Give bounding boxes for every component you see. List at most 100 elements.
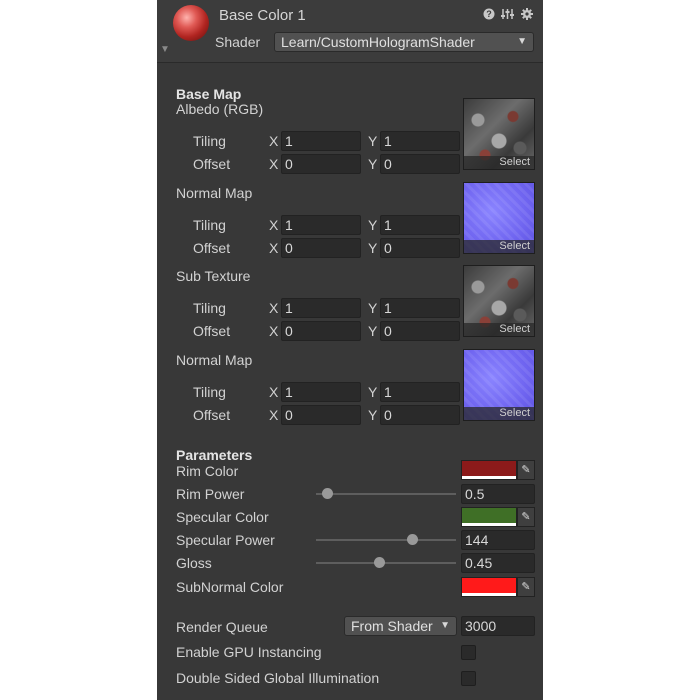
- albedo-label: Albedo (RGB): [176, 101, 264, 117]
- specular-color-label: Specular Color: [176, 509, 269, 525]
- tiling-label: Tiling: [193, 217, 226, 233]
- specular-power-slider-track[interactable]: [316, 539, 456, 541]
- normal-map-select-button[interactable]: Select: [464, 240, 534, 253]
- alpha-bar: [462, 593, 516, 596]
- normal-tiling-y-field[interactable]: 1: [380, 215, 460, 235]
- tiling-x-label: X: [269, 133, 279, 149]
- normal-map-label: Normal Map: [176, 185, 253, 201]
- offset-x-label: X: [269, 240, 279, 256]
- rim-color-swatch[interactable]: [461, 460, 517, 480]
- albedo-tiling-y-field[interactable]: 1: [380, 131, 460, 151]
- normal2-tiling-y-field[interactable]: 1: [380, 382, 460, 402]
- alpha-bar: [462, 476, 516, 479]
- albedo-tiling-x-field[interactable]: 1: [281, 131, 361, 151]
- sub-tiling-x-field[interactable]: 1: [281, 298, 361, 318]
- sub-texture-slot[interactable]: Select: [463, 265, 535, 337]
- eyedropper-icon[interactable]: ✎: [517, 577, 535, 597]
- tiling-x-label: X: [269, 300, 279, 316]
- albedo-texture-slot[interactable]: Select: [463, 98, 535, 170]
- preset-icon[interactable]: [501, 7, 514, 20]
- offset-x-label: X: [269, 156, 279, 172]
- subnormal-color-label: SubNormal Color: [176, 579, 284, 595]
- foldout-arrow-icon[interactable]: ▼: [160, 44, 170, 55]
- material-preview-icon: [173, 5, 209, 41]
- material-header: Base Color 1 ? ▼ Shader Learn/CustomHolo…: [157, 0, 543, 63]
- header-icons: ?: [482, 7, 533, 20]
- offset-x-label: X: [269, 407, 279, 423]
- render-queue-dropdown[interactable]: From Shader ▼: [344, 616, 457, 636]
- offset-label: Offset: [193, 323, 231, 339]
- gpu-instancing-checkbox[interactable]: [461, 645, 476, 660]
- normal-offset-x-field[interactable]: 0: [281, 238, 361, 258]
- offset-y-label: Y: [368, 240, 378, 256]
- offset-label: Offset: [193, 407, 231, 423]
- rim-color-label: Rim Color: [176, 463, 239, 479]
- gpu-instancing-label: Enable GPU Instancing: [176, 644, 322, 660]
- offset-x-label: X: [269, 323, 279, 339]
- sub-offset-x-field[interactable]: 0: [281, 321, 361, 341]
- offset-y-label: Y: [368, 156, 378, 172]
- render-queue-mode: From Shader: [351, 618, 433, 634]
- rim-power-field[interactable]: 0.5: [461, 484, 535, 504]
- chevron-down-icon: ▼: [440, 620, 450, 631]
- parameters-heading: Parameters: [176, 447, 253, 463]
- specular-color-swatch[interactable]: [461, 507, 517, 527]
- double-sided-gi-checkbox[interactable]: [461, 671, 476, 686]
- double-sided-gi-label: Double Sided Global Illumination: [176, 670, 380, 686]
- chevron-down-icon: ▼: [517, 36, 527, 47]
- normal2-tiling-x-field[interactable]: 1: [281, 382, 361, 402]
- normal-map-texture-slot[interactable]: Select: [463, 182, 535, 254]
- shader-dropdown-value: Learn/CustomHologramShader: [281, 34, 475, 50]
- subnormal-color-swatch[interactable]: [461, 577, 517, 597]
- gloss-slider-track[interactable]: [316, 562, 456, 564]
- render-queue-label: Render Queue: [176, 619, 268, 635]
- normal-map-2-label: Normal Map: [176, 352, 253, 368]
- albedo-offset-y-field[interactable]: 0: [380, 154, 460, 174]
- rim-power-slider-knob[interactable]: [321, 488, 333, 499]
- normal-tiling-x-field[interactable]: 1: [281, 215, 361, 235]
- offset-label: Offset: [193, 240, 231, 256]
- tiling-label: Tiling: [193, 300, 226, 316]
- base-map-heading: Base Map: [176, 86, 242, 102]
- normal-offset-y-field[interactable]: 0: [380, 238, 460, 258]
- tiling-y-label: Y: [368, 300, 378, 316]
- material-inspector-panel: Base Color 1 ? ▼ Shader Learn/CustomHolo…: [157, 0, 543, 700]
- rim-power-slider-track[interactable]: [316, 493, 456, 495]
- tiling-x-label: X: [269, 384, 279, 400]
- eyedropper-icon[interactable]: ✎: [517, 507, 535, 527]
- normal-map-2-texture-slot[interactable]: Select: [463, 349, 535, 421]
- help-icon[interactable]: ?: [482, 7, 495, 20]
- albedo-offset-x-field[interactable]: 0: [281, 154, 361, 174]
- normal2-offset-x-field[interactable]: 0: [281, 405, 361, 425]
- shader-label: Shader: [215, 34, 261, 50]
- sub-offset-y-field[interactable]: 0: [380, 321, 460, 341]
- tiling-y-label: Y: [368, 217, 378, 233]
- sub-tiling-y-field[interactable]: 1: [380, 298, 460, 318]
- gloss-label: Gloss: [176, 555, 212, 571]
- tiling-label: Tiling: [193, 133, 226, 149]
- offset-label: Offset: [193, 156, 231, 172]
- tiling-y-label: Y: [368, 384, 378, 400]
- normal2-offset-y-field[interactable]: 0: [380, 405, 460, 425]
- eyedropper-icon[interactable]: ✎: [517, 460, 535, 480]
- tiling-label: Tiling: [193, 384, 226, 400]
- alpha-bar: [462, 523, 516, 526]
- offset-y-label: Y: [368, 323, 378, 339]
- gloss-slider-knob[interactable]: [373, 557, 385, 568]
- albedo-select-button[interactable]: Select: [464, 156, 534, 169]
- tiling-y-label: Y: [368, 133, 378, 149]
- specular-power-label: Specular Power: [176, 532, 275, 548]
- sub-texture-label: Sub Texture: [176, 268, 251, 284]
- tiling-x-label: X: [269, 217, 279, 233]
- specular-power-field[interactable]: 144: [461, 530, 535, 550]
- svg-text:?: ?: [486, 9, 492, 19]
- shader-dropdown[interactable]: Learn/CustomHologramShader ▼: [274, 32, 534, 52]
- rim-power-label: Rim Power: [176, 486, 245, 502]
- sub-texture-select-button[interactable]: Select: [464, 323, 534, 336]
- settings-gear-icon[interactable]: [520, 7, 533, 20]
- gloss-field[interactable]: 0.45: [461, 553, 535, 573]
- specular-power-slider-knob[interactable]: [407, 534, 419, 545]
- material-title: Base Color 1: [219, 7, 306, 24]
- normal-map-2-select-button[interactable]: Select: [464, 407, 534, 420]
- render-queue-field[interactable]: 3000: [461, 616, 535, 636]
